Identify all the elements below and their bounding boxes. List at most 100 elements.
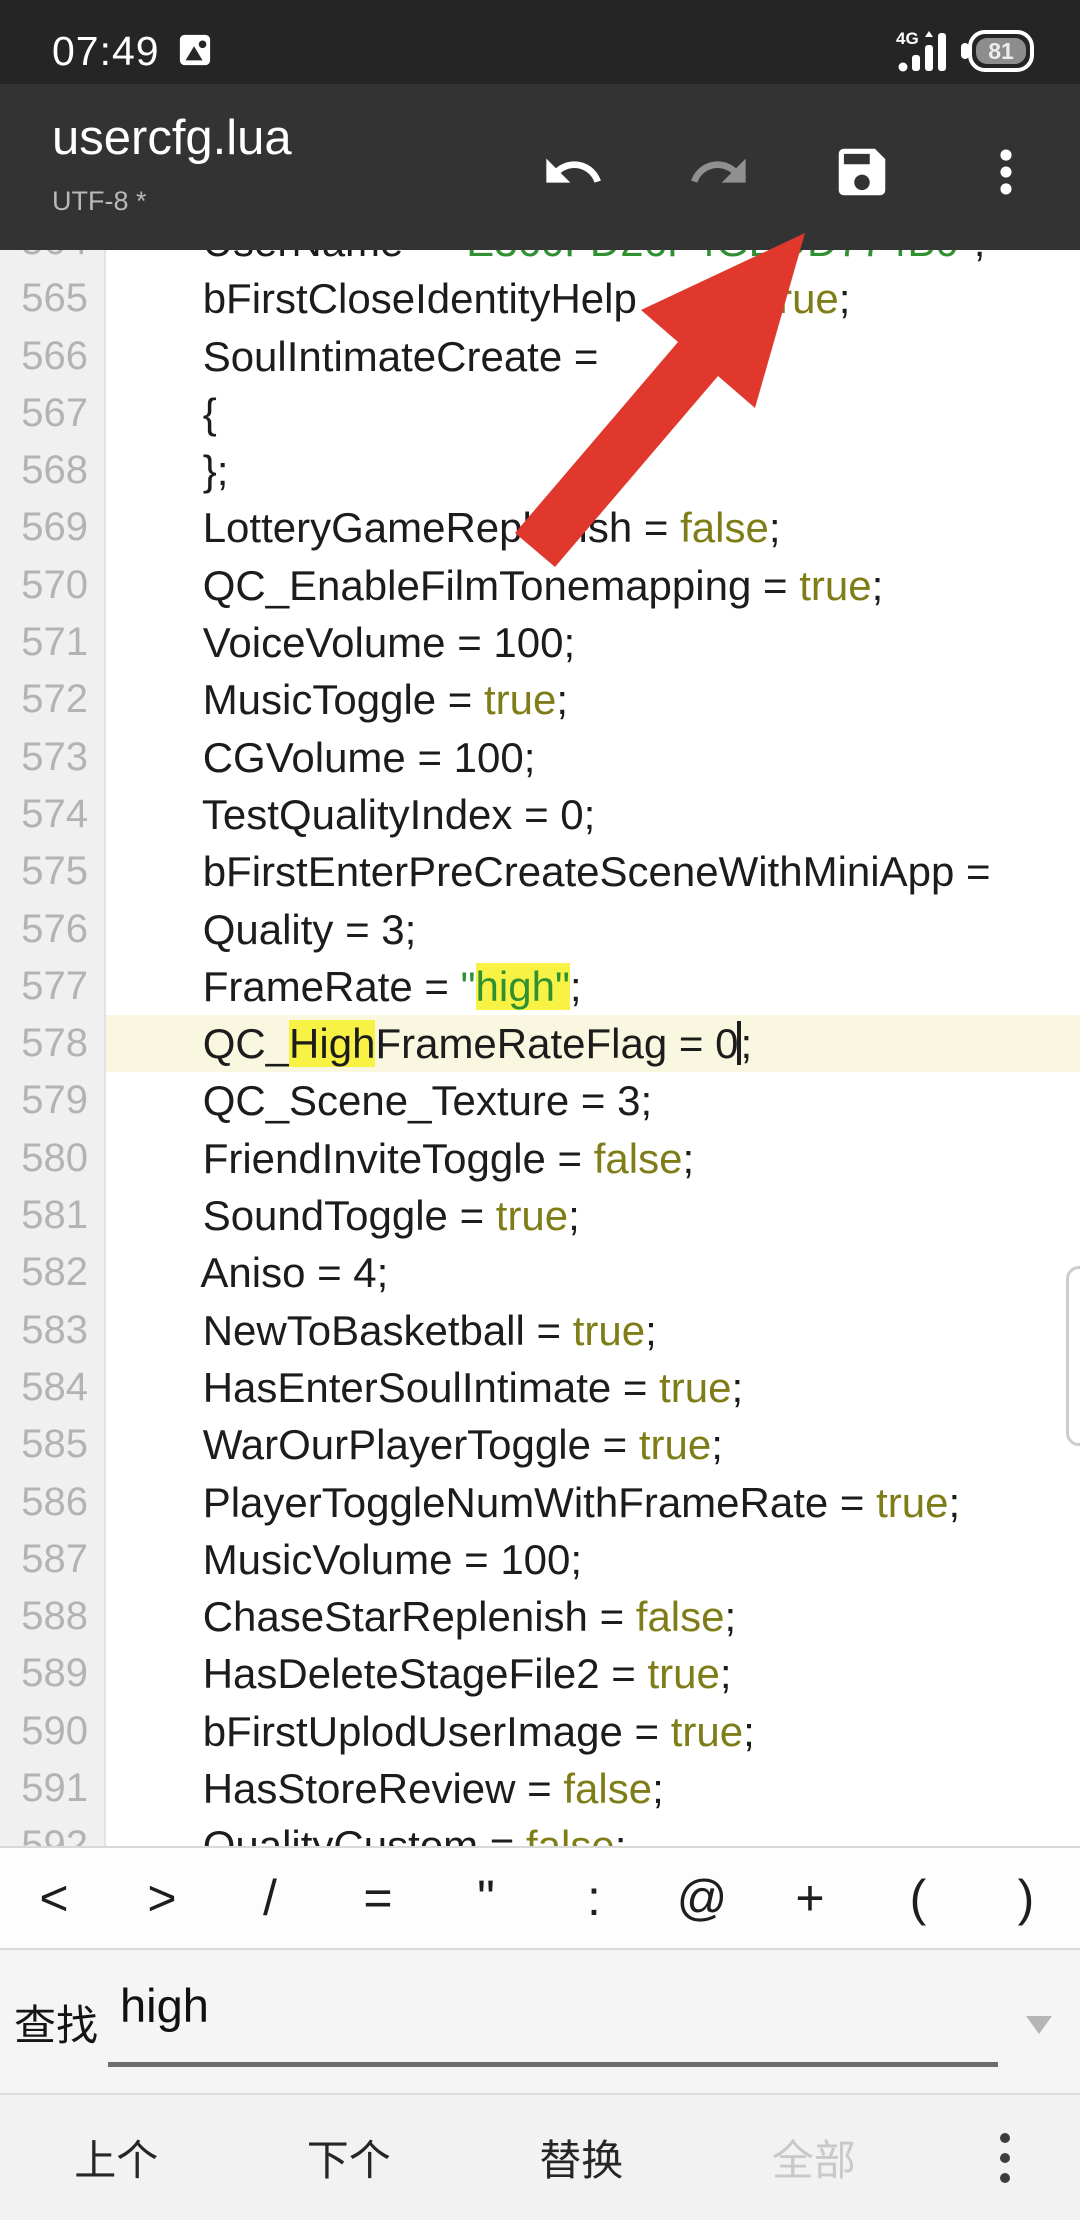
- dropdown-arrow-icon[interactable]: [1026, 2016, 1052, 2034]
- code-text: QualityCustom = false;: [202, 1822, 627, 1846]
- code-line[interactable]: 585 WarOurPlayerToggle = true;: [0, 1416, 1080, 1474]
- symbol-key[interactable]: ): [972, 1850, 1080, 1946]
- code-area: 564 UserName = "E360FD26F4GBDD774B0";565…: [0, 250, 1080, 1846]
- code-text: SoulIntimateCreate =: [202, 332, 611, 380]
- code-line[interactable]: 579 QC_Scene_Texture = 3;: [0, 1072, 1080, 1130]
- code-line[interactable]: 588 ChaseStarReplenish = false;: [0, 1588, 1080, 1646]
- code-editor[interactable]: 564 UserName = "E360FD26F4GBDD774B0";565…: [0, 250, 1080, 1846]
- code-line[interactable]: 564 UserName = "E360FD26F4GBDD774B0";: [0, 250, 1080, 271]
- code-line[interactable]: 584 HasEnterSoulIntimate = true;: [0, 1358, 1080, 1417]
- code-text: UserName = "E360FD26F4GBDD774B0";: [106, 250, 1080, 270]
- code-line[interactable]: 592 QualityCustom = false;: [0, 1817, 1080, 1846]
- line-number: 580: [0, 1129, 106, 1188]
- code-text: HasEnterSoulIntimate = true;: [202, 1363, 744, 1411]
- line-number: 585: [0, 1416, 106, 1474]
- line-number: 592: [0, 1817, 106, 1846]
- code-text: FriendInviteToggle = false;: [202, 1134, 695, 1182]
- svg-text:4G: 4G: [896, 29, 919, 48]
- line-number: 578: [0, 1015, 106, 1073]
- code-line[interactable]: 577 FrameRate = "high";: [0, 957, 1080, 1016]
- replace-all-button[interactable]: 全部: [698, 2127, 931, 2188]
- scrollbar-thumb[interactable]: [1066, 1266, 1080, 1446]
- symbol-key[interactable]: ": [432, 1850, 540, 1946]
- code-line[interactable]: 568 };: [0, 442, 1080, 500]
- code-text: MusicToggle = true;: [202, 676, 569, 724]
- symbol-bar: < > / = ": @ +(): [0, 1846, 1080, 1948]
- line-number: 571: [0, 614, 106, 672]
- line-number: 581: [0, 1187, 106, 1245]
- line-number: 569: [0, 499, 106, 557]
- line-number: 584: [0, 1358, 106, 1417]
- code-line[interactable]: 578 QC_HighFrameRateFlag = 0;: [0, 1015, 1080, 1073]
- code-text: };: [202, 447, 229, 495]
- code-text: VoiceVolume = 100;: [202, 619, 576, 667]
- code-text: FrameRate = "high";: [202, 962, 582, 1010]
- code-line[interactable]: 583 NewToBasketball = true;: [0, 1301, 1080, 1359]
- code-line[interactable]: 572 MusicToggle = true;: [0, 671, 1080, 729]
- undo-button[interactable]: [527, 126, 619, 218]
- undo-icon: [546, 158, 601, 183]
- code-line[interactable]: 591 HasStoreReview = false;: [0, 1760, 1080, 1818]
- code-text: bFirstUplodUserImage = true;: [202, 1707, 755, 1755]
- save-button[interactable]: [816, 126, 908, 218]
- redo-button[interactable]: [673, 126, 765, 218]
- code-line[interactable]: 586 PlayerToggleNumWithFrameRate = true;: [0, 1473, 1080, 1531]
- overflow-menu-icon: [1000, 149, 1012, 195]
- code-text: SoundToggle = true;: [202, 1192, 580, 1240]
- symbol-key[interactable]: :: [540, 1850, 648, 1946]
- line-number: 579: [0, 1072, 106, 1130]
- code-text: {: [202, 389, 217, 437]
- status-icons: 4G 81: [896, 28, 1034, 72]
- search-label: 查找: [14, 2002, 99, 2049]
- search-query: high: [120, 1979, 209, 2032]
- code-text: LotteryGameReplenish = false;: [202, 504, 781, 552]
- search-overflow-menu-button[interactable]: [930, 2132, 1080, 2183]
- code-line[interactable]: 581 SoundToggle = true;: [0, 1187, 1080, 1245]
- symbol-key[interactable]: =: [324, 1850, 432, 1946]
- code-line[interactable]: 566 SoulIntimateCreate =: [0, 327, 1080, 385]
- line-number: 564: [0, 250, 106, 271]
- previous-button[interactable]: 上个: [0, 2127, 233, 2188]
- code-text: CGVolume = 100;: [202, 733, 536, 781]
- code-line[interactable]: 576 Quality = 3;: [0, 900, 1080, 958]
- overflow-menu-button[interactable]: [960, 126, 1052, 218]
- code-text: NewToBasketball = true;: [202, 1306, 657, 1354]
- code-text: PlayerToggleNumWithFrameRate = true;: [202, 1478, 961, 1526]
- symbol-key[interactable]: >: [108, 1850, 216, 1946]
- line-number: 567: [0, 384, 106, 443]
- line-number: 568: [0, 442, 106, 500]
- next-button[interactable]: 下个: [233, 2127, 466, 2188]
- code-line[interactable]: 569 LotteryGameReplenish = false;: [0, 499, 1080, 557]
- picture-notification-icon: [178, 33, 212, 72]
- replace-button[interactable]: 替换: [465, 2127, 698, 2188]
- line-number: 587: [0, 1530, 106, 1589]
- code-line[interactable]: 571 VoiceVolume = 100;: [0, 614, 1080, 672]
- code-line[interactable]: 582 Aniso = 4;: [0, 1244, 1080, 1302]
- code-line[interactable]: 573 CGVolume = 100;: [0, 728, 1080, 786]
- code-line[interactable]: 587 MusicVolume = 100;: [0, 1530, 1080, 1589]
- code-line[interactable]: 565 bFirstCloseIdentityHelp = true;: [0, 270, 1080, 328]
- code-line[interactable]: 589 HasDeleteStageFile2 = true;: [0, 1645, 1080, 1703]
- symbol-key[interactable]: +: [756, 1850, 864, 1946]
- line-number: 590: [0, 1702, 106, 1761]
- code-line[interactable]: 570 QC_EnableFilmTonemapping = true;: [0, 556, 1080, 615]
- signal-strength-icon: 4G: [896, 29, 946, 72]
- code-text: QC_Scene_Texture = 3;: [202, 1077, 653, 1125]
- line-number: 582: [0, 1244, 106, 1302]
- code-text: TestQualityIndex = 0;: [201, 790, 596, 838]
- code-line[interactable]: 567 {: [0, 384, 1080, 443]
- file-title: usercfg.lua: [52, 111, 292, 165]
- code-line[interactable]: 590 bFirstUplodUserImage = true;: [0, 1702, 1080, 1761]
- symbol-key[interactable]: @: [648, 1850, 756, 1946]
- code-line[interactable]: 580 FriendInviteToggle = false;: [0, 1129, 1080, 1188]
- search-bar: 查找 high: [0, 1948, 1080, 2093]
- symbol-key[interactable]: (: [864, 1850, 972, 1946]
- search-input[interactable]: high: [108, 1950, 998, 2093]
- line-number: 574: [0, 785, 106, 844]
- line-number: 573: [0, 728, 106, 786]
- symbol-key[interactable]: /: [216, 1850, 324, 1946]
- symbol-key[interactable]: <: [0, 1850, 108, 1946]
- code-line[interactable]: 575 bFirstEnterPreCreateSceneWithMiniApp…: [0, 843, 1080, 901]
- code-line[interactable]: 574 TestQualityIndex = 0;: [0, 785, 1080, 844]
- code-text: HasDeleteStageFile2 = true;: [202, 1650, 732, 1698]
